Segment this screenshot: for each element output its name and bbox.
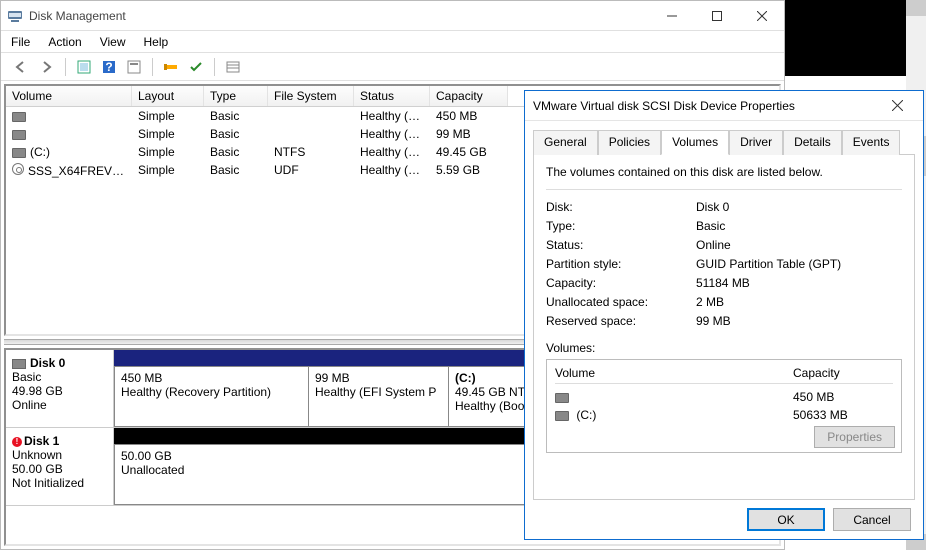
divider [546,189,902,190]
dialog-close-button[interactable] [879,94,915,118]
window-title: Disk Management [29,9,126,23]
partition[interactable]: 99 MBHealthy (EFI System P [309,366,449,427]
maximize-button[interactable] [694,1,739,31]
disk-header: !Disk 1Unknown50.00 GBNot Initialized [6,428,114,505]
menu-help[interactable]: Help [144,35,169,49]
vol-layout: Simple [132,127,204,141]
app-icon [7,8,23,24]
property-row: Disk:Disk 0 [546,200,902,214]
tab-volumes[interactable]: Volumes [661,130,729,155]
disk-properties-dialog: VMware Virtual disk SCSI Disk Device Pro… [524,90,924,540]
titlebar[interactable]: Disk Management [1,1,784,31]
help-icon[interactable]: ? [98,56,120,78]
property-row: Partition style:GUID Partition Table (GP… [546,257,902,271]
scroll-up-icon[interactable] [906,0,926,16]
cd-icon [12,163,24,175]
menu-view[interactable]: View [100,35,126,49]
vol-layout: Simple [132,145,204,159]
drive-icon [12,148,26,158]
volhead-capacity: Capacity [793,366,893,380]
dialog-tab-volumes: The volumes contained on this disk are l… [533,154,915,500]
property-row: Unallocated space:2 MB [546,295,902,309]
toolbar: ? [1,53,784,81]
drive-icon [12,130,26,140]
vol-status: Healthy (P… [354,163,430,177]
dialog-volume-row[interactable]: 450 MB [555,388,893,406]
settings-icon[interactable] [160,56,182,78]
vol-layout: Simple [132,163,204,177]
check-icon[interactable] [185,56,207,78]
col-fs[interactable]: File System [268,86,354,106]
error-icon: ! [12,437,22,447]
disk-header: Disk 0Basic49.98 GBOnline [6,350,114,427]
col-volume[interactable]: Volume [6,86,132,106]
menu-file[interactable]: File [11,35,30,49]
background-black-region [785,0,906,76]
menu-action[interactable]: Action [48,35,81,49]
property-row: Type:Basic [546,219,902,233]
volumes-box: Volume Capacity 450 MB (C:)50633 MB Prop… [546,359,902,453]
list-icon[interactable] [222,56,244,78]
vol-name: SSS_X64FREV_EN-… [28,164,132,178]
vol-fs: NTFS [268,145,354,159]
vol-status: Healthy (E… [354,127,430,141]
col-layout[interactable]: Layout [132,86,204,106]
vol-cap: 99 MB [430,127,508,141]
refresh-icon[interactable] [73,56,95,78]
vol-layout: Simple [132,109,204,123]
vol-status: Healthy (R… [354,109,430,123]
property-row: Capacity:51184 MB [546,276,902,290]
vol-cap: 49.45 GB [430,145,508,159]
col-type[interactable]: Type [204,86,268,106]
drive-icon [555,411,569,421]
disk-icon [12,359,26,369]
vol-type: Basic [204,145,268,159]
cancel-button[interactable]: Cancel [833,508,911,531]
tab-events[interactable]: Events [842,130,901,155]
tab-general[interactable]: General [533,130,598,155]
col-capacity[interactable]: Capacity [430,86,508,106]
tab-intro-text: The volumes contained on this disk are l… [546,165,902,179]
vol-fs: UDF [268,163,354,177]
partition[interactable]: 450 MBHealthy (Recovery Partition) [114,366,309,427]
volumes-label: Volumes: [546,341,902,355]
col-status[interactable]: Status [354,86,430,106]
ok-button[interactable]: OK [747,508,825,531]
tab-driver[interactable]: Driver [729,130,783,155]
close-button[interactable] [739,1,784,31]
minimize-button[interactable] [649,1,694,31]
dialog-volume-row[interactable]: (C:)50633 MB [555,406,893,424]
drive-icon [555,393,569,403]
dialog-titlebar[interactable]: VMware Virtual disk SCSI Disk Device Pro… [525,91,923,121]
forward-button[interactable] [36,56,58,78]
drive-icon [12,112,26,122]
volhead-volume: Volume [555,366,793,380]
tab-details[interactable]: Details [783,130,842,155]
back-button[interactable] [11,56,33,78]
menubar: File Action View Help [1,31,784,53]
vol-cap: 5.59 GB [430,163,508,177]
volume-properties-button[interactable]: Properties [814,426,895,448]
vol-type: Basic [204,163,268,177]
dialog-tabs: GeneralPoliciesVolumesDriverDetailsEvent… [525,121,923,154]
property-row: Status:Online [546,238,902,252]
dialog-buttons: OK Cancel [525,500,923,539]
vol-type: Basic [204,109,268,123]
tab-policies[interactable]: Policies [598,130,661,155]
property-row: Reserved space:99 MB [546,314,902,328]
vol-status: Healthy (B… [354,145,430,159]
dialog-title: VMware Virtual disk SCSI Disk Device Pro… [533,99,795,113]
vol-type: Basic [204,127,268,141]
properties-icon[interactable] [123,56,145,78]
vol-name: (C:) [30,145,50,159]
svg-text:?: ? [105,60,112,74]
vol-cap: 450 MB [430,109,508,123]
